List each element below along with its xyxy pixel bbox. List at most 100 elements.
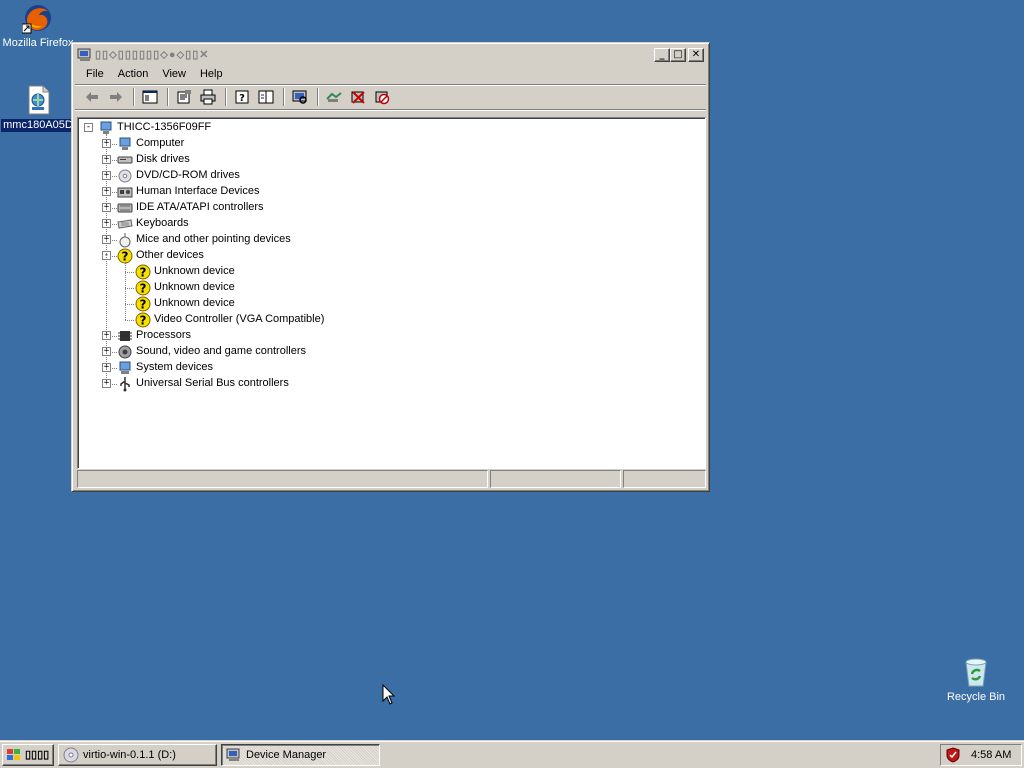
menu-view[interactable]: View bbox=[155, 66, 193, 82]
tree-category-item[interactable]: + Disk drives bbox=[78, 152, 705, 168]
tree-category-item[interactable]: + Human Interface Devices bbox=[78, 184, 705, 200]
svg-text:?: ? bbox=[140, 298, 147, 312]
tree-connector-line bbox=[112, 176, 117, 177]
sound-icon bbox=[117, 344, 133, 360]
print-button[interactable] bbox=[197, 87, 219, 107]
minimize-button[interactable]: _ bbox=[654, 48, 670, 62]
clock[interactable]: 4:58 AM bbox=[971, 749, 1011, 761]
tree-connector-line bbox=[112, 144, 117, 145]
device-manager-window: ▯▯⬦▯▯▯▯▯▯⬦●⬦▯▯✕ _ □ ✕ File Action View H… bbox=[71, 42, 710, 492]
task-label: Device Manager bbox=[246, 748, 327, 761]
cdrom-icon bbox=[117, 168, 133, 184]
tree-category-item[interactable]: + Mice and other pointing devices bbox=[78, 232, 705, 248]
scan-hardware-button[interactable] bbox=[289, 87, 311, 107]
properties-icon bbox=[177, 90, 191, 104]
scan-hardware-icon bbox=[292, 90, 307, 104]
maximize-button[interactable]: □ bbox=[670, 48, 686, 62]
tree-connector-line bbox=[125, 262, 126, 320]
menu-help[interactable]: Help bbox=[193, 66, 230, 82]
desktop-icon-label: Recycle Bin bbox=[946, 691, 1006, 703]
properties-button[interactable] bbox=[173, 87, 195, 107]
tree-connector-line bbox=[112, 256, 117, 257]
svg-text:?: ? bbox=[140, 314, 147, 328]
back-button[interactable] bbox=[81, 87, 103, 107]
toolbar-separator bbox=[283, 88, 285, 106]
tree-root[interactable]: - THICC-1356F09FF bbox=[78, 120, 705, 136]
tree-category-item[interactable]: + Keyboards bbox=[78, 216, 705, 232]
action-pane-button[interactable] bbox=[255, 87, 277, 107]
tree-connector-line bbox=[125, 288, 134, 289]
close-button[interactable]: ✕ bbox=[688, 48, 704, 62]
task-virtio[interactable]: virtio-win-0.1.1 (D:) bbox=[58, 743, 217, 766]
tree-other-device-item[interactable]: ? Unknown device bbox=[78, 280, 705, 296]
tree-other-device-item[interactable]: ? Unknown device bbox=[78, 296, 705, 312]
tree-connector-line bbox=[112, 208, 117, 209]
help-button[interactable]: ? bbox=[231, 87, 253, 107]
desktop-icon-mmc[interactable]: mmc180A05D bbox=[0, 84, 76, 135]
status-bar bbox=[77, 470, 706, 488]
tree-connector-line bbox=[112, 240, 117, 241]
tree-category-item[interactable]: + Computer bbox=[78, 136, 705, 152]
mouse-cursor bbox=[382, 684, 396, 705]
start-button[interactable]: ▯▯▯▯ bbox=[2, 743, 54, 766]
arrow-left-icon bbox=[86, 92, 98, 102]
task-device-manager[interactable]: Device Manager bbox=[221, 743, 380, 766]
tree-item-label: Computer bbox=[136, 137, 185, 149]
tree-item-label: Mice and other pointing devices bbox=[136, 233, 291, 245]
desktop-icon-recycle-bin[interactable]: Recycle Bin bbox=[938, 656, 1014, 704]
svg-text:?: ? bbox=[239, 93, 245, 104]
firefox-icon bbox=[21, 2, 54, 34]
status-pane bbox=[490, 470, 621, 488]
help-icon: ? bbox=[235, 90, 249, 104]
system-device-icon bbox=[117, 360, 133, 376]
forward-button[interactable] bbox=[105, 87, 127, 107]
desktop-icon-label: Mozilla Firefox bbox=[2, 37, 74, 49]
computer-icon bbox=[117, 136, 133, 152]
tree-item-label: Disk drives bbox=[136, 153, 190, 165]
device-manager-icon bbox=[77, 47, 93, 63]
cd-icon bbox=[63, 747, 79, 762]
tree-connector-line bbox=[112, 352, 117, 353]
security-shield-icon[interactable] bbox=[945, 747, 961, 763]
tree-connector-line bbox=[125, 320, 134, 321]
device-manager-icon bbox=[226, 748, 240, 761]
tree-item-label: Processors bbox=[136, 329, 192, 341]
toolbar-separator bbox=[225, 88, 227, 106]
toolbar-separator bbox=[317, 88, 319, 106]
unknown-device-icon: ? bbox=[135, 280, 151, 296]
tree-category-item[interactable]: + Processors bbox=[78, 328, 705, 344]
tree-category-item[interactable]: + IDE ATA/ATAPI controllers bbox=[78, 200, 705, 216]
status-pane bbox=[623, 470, 706, 488]
update-driver-icon bbox=[326, 92, 342, 102]
update-driver-button[interactable] bbox=[323, 87, 345, 107]
menu-file[interactable]: File bbox=[79, 66, 111, 82]
tree-other-device-item[interactable]: ? Video Controller (VGA Compatible) bbox=[78, 312, 705, 328]
desktop-icon-firefox[interactable]: Mozilla Firefox bbox=[0, 2, 76, 50]
disable-button[interactable] bbox=[371, 87, 393, 107]
disable-device-icon bbox=[375, 91, 390, 105]
processor-icon bbox=[117, 328, 133, 344]
svg-text:?: ? bbox=[140, 282, 147, 296]
device-tree[interactable]: - THICC-1356F09FF + Computer + Disk drives + DV… bbox=[77, 117, 706, 469]
title-bar[interactable]: ▯▯⬦▯▯▯▯▯▯⬦●⬦▯▯✕ _ □ ✕ bbox=[75, 46, 706, 64]
recycle-bin-icon bbox=[960, 656, 992, 688]
tree-category-item[interactable]: + DVD/CD-ROM drives bbox=[78, 168, 705, 184]
mmc-file-icon bbox=[22, 84, 54, 116]
tree-category-item[interactable]: + Universal Serial Bus controllers bbox=[78, 376, 705, 392]
tree-item-label: Unknown device bbox=[154, 297, 235, 309]
tree-category-item[interactable]: -? Other devices bbox=[78, 248, 705, 264]
disk-drive-icon bbox=[117, 152, 133, 168]
show-hide-tree-button[interactable] bbox=[139, 87, 161, 107]
window-title: ▯▯⬦▯▯▯▯▯▯⬦●⬦▯▯✕ bbox=[95, 49, 210, 61]
pane-icon bbox=[258, 90, 274, 104]
menu-action[interactable]: Action bbox=[111, 66, 156, 82]
tree-category-item[interactable]: + Sound, video and game controllers bbox=[78, 344, 705, 360]
uninstall-button[interactable] bbox=[347, 87, 369, 107]
toolbar: ? bbox=[75, 84, 706, 110]
svg-text:?: ? bbox=[140, 266, 147, 280]
tree-category-item[interactable]: + System devices bbox=[78, 360, 705, 376]
collapse-icon[interactable]: - bbox=[84, 123, 93, 132]
tree-other-device-item[interactable]: ? Unknown device bbox=[78, 264, 705, 280]
tree-item-label: Unknown device bbox=[154, 281, 235, 293]
task-label: virtio-win-0.1.1 (D:) bbox=[83, 748, 176, 761]
